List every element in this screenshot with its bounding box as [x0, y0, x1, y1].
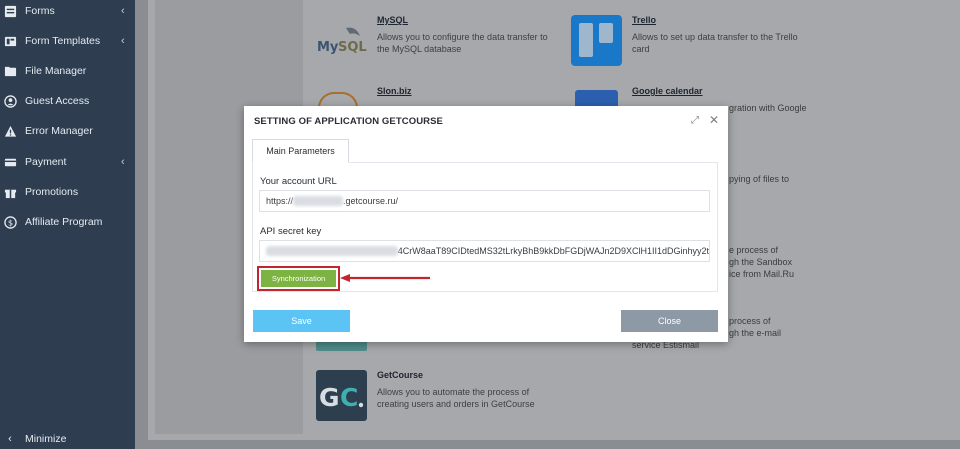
app-name[interactable]: Trello [632, 15, 812, 25]
sidebar-item-label: File Manager [25, 65, 87, 77]
dollar-icon: $ [3, 215, 17, 229]
settings-modal: SETTING OF APPLICATION GETCOURSE ⤢ ✕ Mai… [244, 106, 728, 342]
app-name[interactable]: MySQL [377, 15, 552, 25]
sidebar-item-label: Guest Access [25, 95, 90, 107]
svg-text:G: G [319, 383, 340, 412]
minimize-button[interactable]: ‹ Minimize [0, 428, 135, 449]
google-calendar-logo [575, 90, 618, 106]
app-description-fragment: ice from Mail.Ru [729, 269, 795, 279]
minimize-label: Minimize [25, 432, 67, 445]
modal-title: SETTING OF APPLICATION GETCOURSE [254, 116, 443, 127]
chevron-left-icon: ‹ [8, 432, 12, 445]
sidebar-item-label: Error Manager [25, 125, 93, 137]
sidebar-item-label: Payment [25, 156, 67, 168]
app-name[interactable]: Slon.biz [377, 86, 552, 96]
app-card-slon[interactable]: Slon.biz [377, 86, 552, 102]
app-description-fragment: pying of files to [729, 174, 790, 184]
app-description: Allows you to automate the process of cr… [377, 387, 535, 409]
sidebar-item-payment[interactable]: Payment ‹ [0, 147, 135, 177]
api-key-label: API secret key [260, 226, 322, 237]
sidebar-item-form-templates[interactable]: Form Templates ‹ [0, 26, 135, 56]
account-url-input[interactable]: https:// .getcourse.ru/ [259, 190, 710, 212]
svg-text:SQL: SQL [338, 40, 367, 55]
highlight-box: Synchronization [257, 266, 340, 291]
sidebar-item-affiliate-program[interactable]: $ Affiliate Program [0, 207, 135, 237]
redacted-text [266, 246, 398, 256]
app-description: Allows you to configure the data transfe… [377, 32, 548, 54]
app-description-fragment: gh the Sandbox [729, 257, 793, 267]
file-manager-icon [3, 64, 17, 78]
app-card-trello[interactable]: Trello Allows to set up data transfer to… [632, 15, 812, 55]
app-description-fragment: gh the e-mail [729, 328, 782, 338]
app-description-fragment: process of [729, 316, 771, 326]
api-key-input[interactable]: 4CrW8aaT89CIDtedMS32tLrkyBhB9kkDbFGDjWAJ… [259, 240, 710, 262]
api-key-visible: 4CrW8aaT89CIDtedMS32tLrkyBhB9kkDbFGDjWAJ… [397, 246, 709, 256]
svg-text:My: My [317, 40, 339, 55]
mysql-logo: My SQL [316, 24, 368, 56]
svg-text:C: C [340, 383, 358, 412]
app-card-google-calendar[interactable]: Google calendar [632, 86, 812, 102]
redacted-text [293, 196, 344, 206]
sidebar-item-forms[interactable]: Forms ‹ [0, 0, 135, 26]
app-card-mysql[interactable]: MySQL Allows you to configure the data t… [377, 15, 552, 55]
trello-logo [571, 15, 622, 66]
app-card-getcourse[interactable]: GetCourse Allows you to automate the pro… [377, 370, 557, 410]
app-description: Allows to set up data transfer to the Tr… [632, 32, 798, 54]
sidebar-item-label: Affiliate Program [25, 216, 103, 228]
sidebar-item-promotions[interactable]: Promotions [0, 177, 135, 207]
payment-icon [3, 155, 17, 169]
app-name[interactable]: Google calendar [632, 86, 812, 96]
url-prefix: https:// [266, 196, 294, 206]
sidebar-item-guest-access[interactable]: Guest Access [0, 86, 135, 116]
form-templates-icon [3, 34, 17, 48]
chevron-left-icon: ‹ [121, 35, 125, 47]
svg-text:$: $ [7, 217, 12, 227]
sidebar-item-label: Promotions [25, 186, 79, 198]
warning-icon [3, 124, 17, 138]
sidebar: Forms ‹ Form Templates ‹ File Manager Gu… [0, 0, 135, 449]
sidebar-item-label: Forms [25, 5, 55, 17]
sidebar-item-file-manager[interactable]: File Manager [0, 56, 135, 86]
sidebar-item-error-manager[interactable]: Error Manager [0, 116, 135, 146]
account-url-label: Your account URL [260, 176, 337, 187]
synchronization-button[interactable]: Synchronization [261, 270, 336, 287]
app-name[interactable]: GetCourse [377, 370, 557, 380]
close-icon[interactable]: ✕ [708, 114, 720, 126]
annotation-arrow [340, 274, 430, 282]
guest-access-icon [3, 94, 17, 108]
app-description-fragment: gration with Google [729, 103, 807, 113]
gift-icon [3, 185, 17, 199]
chevron-left-icon: ‹ [121, 156, 125, 168]
url-suffix: .getcourse.ru/ [343, 196, 399, 206]
tab-main-parameters[interactable]: Main Parameters [252, 139, 349, 163]
forms-icon [3, 4, 17, 18]
sidebar-item-label: Form Templates [25, 35, 101, 47]
getcourse-logo: GC [316, 370, 367, 421]
maximize-icon[interactable]: ⤢ [689, 115, 701, 127]
chevron-left-icon: ‹ [121, 5, 125, 17]
save-button[interactable]: Save [253, 310, 350, 332]
close-button[interactable]: Close [621, 310, 718, 332]
app-description-fragment: e process of [729, 245, 779, 255]
